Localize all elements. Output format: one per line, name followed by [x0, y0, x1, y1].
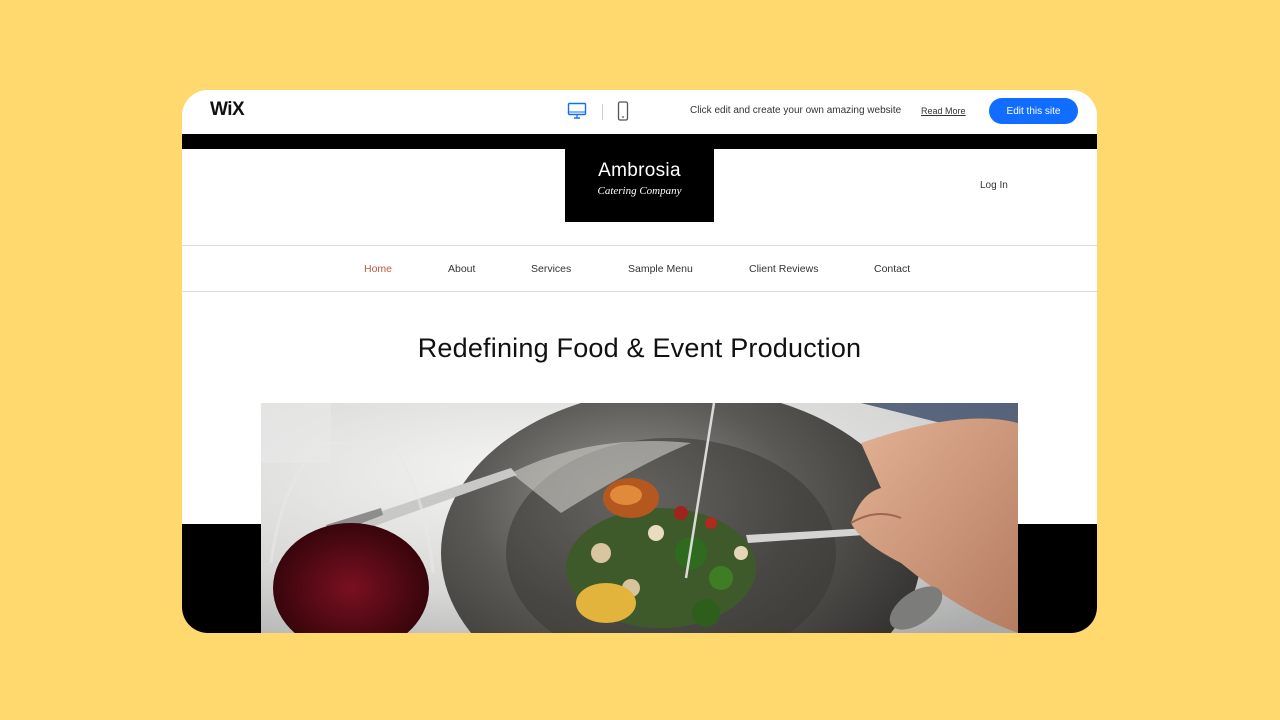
nav-item-contact[interactable]: Contact — [874, 263, 910, 275]
main-nav: Home About Services Sample Menu Client R… — [182, 245, 1097, 292]
nav-item-client-reviews[interactable]: Client Reviews — [749, 263, 818, 275]
wix-logo[interactable]: WiX — [210, 99, 245, 121]
logo-title: Ambrosia — [598, 160, 681, 181]
device-separator — [602, 104, 603, 120]
site-logo[interactable]: Ambrosia Catering Company — [565, 149, 714, 222]
login-link[interactable]: Log In — [980, 180, 1008, 191]
promo-text: Click edit and create your own amazing w… — [690, 105, 902, 116]
hero-title: Redefining Food & Event Production — [417, 333, 862, 363]
nav-item-sample-menu[interactable]: Sample Menu — [628, 263, 693, 275]
hero-image — [261, 403, 1018, 633]
nav-item-about[interactable]: About — [448, 263, 475, 275]
nav-item-services[interactable]: Services — [531, 263, 571, 275]
read-more-link[interactable]: Read More — [921, 106, 966, 116]
logo-subtitle: Catering Company — [597, 185, 682, 197]
desktop-icon[interactable] — [567, 102, 587, 120]
wix-top-bar: WiX Click edit and create your own amazi… — [182, 90, 1097, 134]
mobile-icon[interactable] — [617, 101, 629, 121]
nav-item-home[interactable]: Home — [364, 263, 392, 275]
browser-frame: WiX Click edit and create your own amazi… — [182, 90, 1097, 633]
edit-site-button[interactable]: Edit this site — [989, 98, 1078, 124]
header-top-strip — [182, 134, 1097, 149]
